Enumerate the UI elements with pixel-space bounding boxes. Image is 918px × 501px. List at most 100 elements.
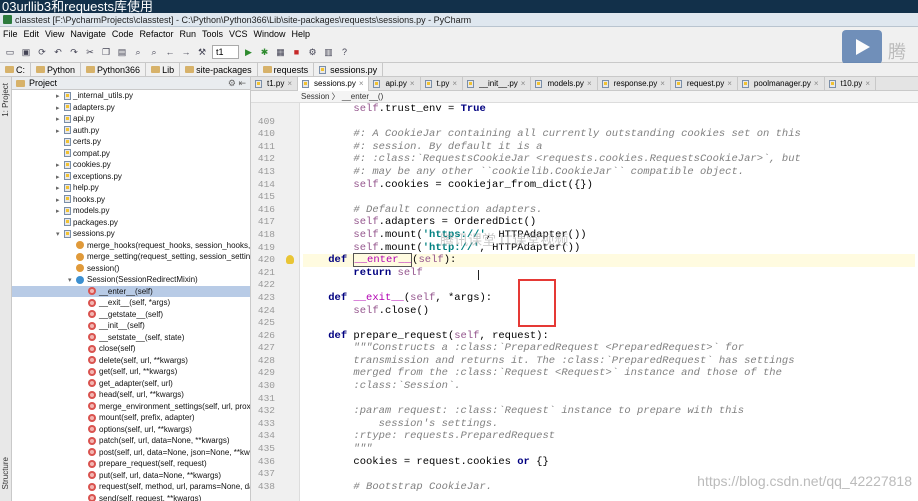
intention-bulb-icon[interactable] bbox=[286, 255, 294, 265]
help-icon[interactable]: ? bbox=[339, 46, 351, 58]
editor-tab[interactable]: sessions.py × bbox=[298, 77, 370, 91]
code-breadcrumb[interactable]: Session 〉 __enter__() bbox=[251, 91, 918, 103]
code-line[interactable]: self.trust_env = True bbox=[303, 103, 915, 116]
code-line[interactable]: 426 def prepare_request(self, request): bbox=[258, 330, 915, 343]
menu-window[interactable]: Window bbox=[251, 27, 289, 41]
code-editor[interactable]: self.trust_env = True 409 410 #: A CookieJ… bbox=[251, 103, 918, 501]
tree-item[interactable]: __getstate__(self) bbox=[12, 309, 250, 321]
run-config-select[interactable]: t1 bbox=[212, 44, 239, 59]
code-line[interactable]: 423 def __exit__(self, *args): bbox=[258, 292, 915, 305]
close-tab-icon[interactable]: × bbox=[287, 77, 292, 91]
editor-tab[interactable]: poolmanager.py × bbox=[738, 77, 825, 91]
nav-crumb[interactable]: Lib bbox=[146, 62, 181, 77]
run-icon[interactable]: ▶ bbox=[243, 46, 255, 58]
tree-item[interactable]: mount(self, prefix, adapter) bbox=[12, 412, 250, 424]
code-area[interactable]: self.trust_env = True 409 410 #: A CookieJ… bbox=[258, 103, 915, 493]
tree-item[interactable]: __enter__(self) bbox=[12, 285, 250, 297]
tree-item[interactable]: ▸ cookies.py bbox=[12, 159, 250, 171]
tree-item[interactable]: ▸ _internal_utils.py bbox=[12, 90, 250, 102]
menu-vcs[interactable]: VCS bbox=[226, 27, 251, 41]
stop-icon[interactable]: ■ bbox=[291, 46, 303, 58]
tree-item[interactable]: close(self) bbox=[12, 343, 250, 355]
close-tab-icon[interactable]: × bbox=[521, 77, 526, 91]
structure-tool-tab[interactable]: Structure bbox=[1, 457, 10, 489]
tree-item[interactable]: certs.py bbox=[12, 136, 250, 148]
tree-item[interactable]: post(self, url, data=None, json=None, **… bbox=[12, 447, 250, 459]
tree-item[interactable]: merge_environment_settings(self, url, pr… bbox=[12, 401, 250, 413]
tree-item[interactable]: get_adapter(self, url) bbox=[12, 378, 250, 390]
find-icon[interactable]: ⌕ bbox=[132, 46, 144, 58]
menu-help[interactable]: Help bbox=[289, 27, 314, 41]
code-line[interactable]: 421 return self bbox=[258, 267, 915, 280]
menu-edit[interactable]: Edit bbox=[21, 27, 43, 41]
tree-item[interactable]: ▸ hooks.py bbox=[12, 194, 250, 206]
nav-crumb[interactable]: Python bbox=[31, 62, 82, 77]
paste-icon[interactable]: ▤ bbox=[116, 46, 128, 58]
sync-icon[interactable]: ⟳ bbox=[36, 46, 48, 58]
nav-crumb[interactable]: requests bbox=[258, 62, 315, 77]
redo-icon[interactable]: ↷ bbox=[68, 46, 80, 58]
settings-icon[interactable]: ⚙ bbox=[307, 46, 319, 58]
tree-item[interactable]: compat.py bbox=[12, 148, 250, 160]
editor-tab[interactable]: t10.py × bbox=[825, 77, 876, 91]
tree-item[interactable]: get(self, url, **kwargs) bbox=[12, 366, 250, 378]
tree-item[interactable]: ▸ adapters.py bbox=[12, 102, 250, 114]
structure-icon[interactable]: ▥ bbox=[323, 46, 335, 58]
code-line[interactable]: 432 :param request: :class:`Request` ins… bbox=[258, 405, 915, 418]
code-line[interactable]: 412 #: :class:`RequestsCookieJar <reques… bbox=[258, 153, 915, 166]
tree-item[interactable]: request(self, method, url, params=None, … bbox=[12, 481, 250, 493]
code-line[interactable]: 422 bbox=[258, 279, 915, 292]
editor-tab[interactable]: response.py × bbox=[598, 77, 671, 91]
save-icon[interactable]: ▣ bbox=[20, 46, 32, 58]
tree-item[interactable]: ▸ models.py bbox=[12, 205, 250, 217]
project-tool-tab[interactable]: 1: Project bbox=[1, 83, 10, 117]
code-line[interactable]: 415 bbox=[258, 191, 915, 204]
copy-icon[interactable]: ❐ bbox=[100, 46, 112, 58]
close-tab-icon[interactable]: × bbox=[587, 77, 592, 91]
tree-item[interactable]: __exit__(self, *args) bbox=[12, 297, 250, 309]
close-tab-icon[interactable]: × bbox=[814, 77, 819, 91]
replace-icon[interactable]: ⌕ bbox=[148, 46, 160, 58]
code-line[interactable]: 420 def __enter__(self): bbox=[258, 253, 915, 268]
code-line[interactable]: 413 #: may be any other ``cookielib.Cook… bbox=[258, 166, 915, 179]
menu-file[interactable]: File bbox=[0, 27, 21, 41]
tree-item[interactable]: ▾ sessions.py bbox=[12, 228, 250, 240]
nav-crumb[interactable]: site-packages bbox=[180, 62, 258, 77]
close-tab-icon[interactable]: × bbox=[359, 77, 364, 91]
editor-tab[interactable]: __init__.py × bbox=[463, 77, 532, 91]
forward-icon[interactable]: → bbox=[180, 46, 192, 58]
menu-run[interactable]: Run bbox=[176, 27, 199, 41]
editor-tab[interactable]: api.py × bbox=[369, 77, 421, 91]
cut-icon[interactable]: ✂ bbox=[84, 46, 96, 58]
coverage-icon[interactable]: ▦ bbox=[275, 46, 287, 58]
close-tab-icon[interactable]: × bbox=[452, 77, 457, 91]
tree-item[interactable]: send(self, request, **kwargs) bbox=[12, 493, 250, 501]
code-line[interactable]: 417 self.adapters = OrderedDict() bbox=[258, 216, 915, 229]
tree-item[interactable]: ▾ Session(SessionRedirectMixin) bbox=[12, 274, 250, 286]
tree-item[interactable]: __setstate__(self, state) bbox=[12, 332, 250, 344]
editor-tab[interactable]: request.py × bbox=[671, 77, 738, 91]
code-line[interactable]: 436 cookies = request.cookies or {} bbox=[258, 456, 915, 469]
editor-tab[interactable]: t.py × bbox=[421, 77, 464, 91]
code-line[interactable]: 416 # Default connection adapters. bbox=[258, 204, 915, 217]
tree-item[interactable]: ▸ auth.py bbox=[12, 125, 250, 137]
code-line[interactable]: 428 transmission and returns it. The :cl… bbox=[258, 355, 915, 368]
tree-item[interactable]: head(self, url, **kwargs) bbox=[12, 389, 250, 401]
menu-tools[interactable]: Tools bbox=[199, 27, 226, 41]
open-folder-icon[interactable]: ▭ bbox=[4, 46, 16, 58]
nav-crumb[interactable]: sessions.py bbox=[314, 62, 384, 77]
undo-icon[interactable]: ↶ bbox=[52, 46, 64, 58]
code-line[interactable]: 425 bbox=[258, 317, 915, 330]
tree-item[interactable]: put(self, url, data=None, **kwargs) bbox=[12, 470, 250, 482]
code-line[interactable]: 410 #: A CookieJar containing all curren… bbox=[258, 128, 915, 141]
code-line[interactable]: 435 """ bbox=[258, 443, 915, 456]
menu-refactor[interactable]: Refactor bbox=[136, 27, 176, 41]
nav-crumb[interactable]: C: bbox=[0, 62, 31, 77]
code-line[interactable]: 434 :rtype: requests.PreparedRequest bbox=[258, 430, 915, 443]
editor-tab[interactable]: models.py × bbox=[531, 77, 598, 91]
tree-item[interactable]: ▸ help.py bbox=[12, 182, 250, 194]
code-line[interactable]: 411 #: session. By default it is a bbox=[258, 141, 915, 154]
nav-crumb[interactable]: Python366 bbox=[81, 62, 147, 77]
code-line[interactable]: 424 self.close() bbox=[258, 305, 915, 318]
debug-icon[interactable]: ✱ bbox=[259, 46, 271, 58]
